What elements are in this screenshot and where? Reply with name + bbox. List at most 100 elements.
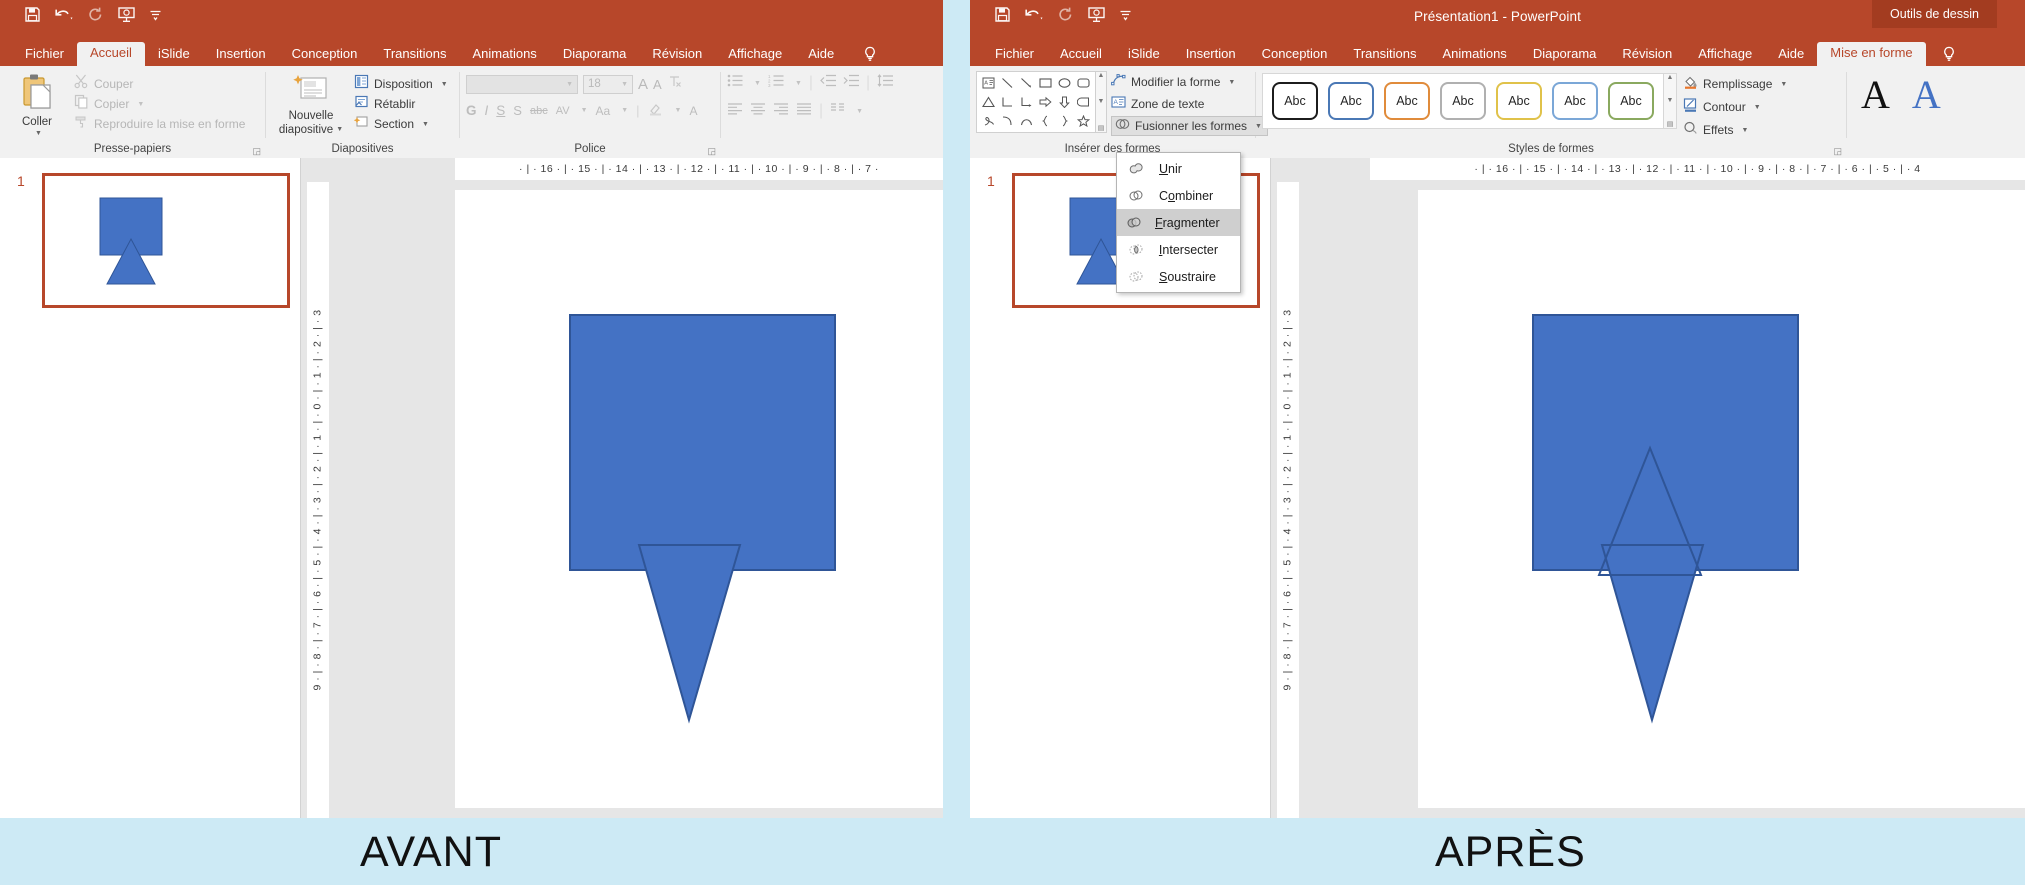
line-shape-icon[interactable] [999, 74, 1017, 92]
rectangle-shape-icon[interactable] [1037, 74, 1055, 92]
tab-animations[interactable]: Animations [1430, 43, 1520, 66]
slide-thumbnail-1[interactable] [42, 173, 290, 308]
scroll-down-icon[interactable]: ▼ [1098, 98, 1105, 105]
slide-canvas-right[interactable] [1418, 190, 2025, 808]
tab-transitions[interactable]: Transitions [1340, 43, 1429, 66]
tab-accueil[interactable]: Accueil [77, 42, 145, 66]
reset-button[interactable]: Rétablir [354, 94, 448, 114]
tab-accueil[interactable]: Accueil [1047, 43, 1115, 66]
shape-outline-chevron-down-icon[interactable]: ▼ [1754, 104, 1761, 111]
merge-shapes-menu[interactable]: Unir Combiner Fragmenter Intersecter Sou… [1116, 152, 1241, 293]
shape-fill-chevron-down-icon[interactable]: ▼ [1780, 81, 1787, 88]
text-box-button[interactable]: A Zone de texte [1111, 94, 1268, 114]
start-slideshow-icon[interactable] [117, 6, 136, 23]
shape-styles-scrollbar[interactable]: ▲ ▼ ▤ [1664, 73, 1677, 129]
tab-islide[interactable]: iSlide [145, 43, 203, 66]
menu-item-combiner[interactable]: Combiner [1117, 182, 1240, 209]
redo-icon[interactable] [87, 6, 104, 23]
triangle-shape-icon[interactable] [980, 93, 998, 111]
arc-shape-icon[interactable] [1018, 112, 1036, 130]
tab-revision[interactable]: Révision [1609, 43, 1685, 66]
shape-styles-gallery[interactable]: Abc Abc Abc Abc Abc Abc Abc [1262, 73, 1664, 129]
scroll-down-icon[interactable]: ▼ [1667, 97, 1674, 104]
tab-mise-en-forme[interactable]: Mise en forme [1817, 42, 1926, 66]
elbow-arrow-connector-shape-icon[interactable] [1018, 93, 1036, 111]
menu-item-fragmenter[interactable]: Fragmenter [1117, 209, 1240, 236]
font-name-input[interactable]: ▼ [466, 74, 578, 94]
section-button[interactable]: Section ▼ [353, 114, 448, 134]
shape-fill-button[interactable]: Remplissage ▼ [1683, 74, 1787, 94]
styles-more-icon[interactable]: ▤ [1667, 120, 1674, 128]
star-shape-icon[interactable] [1074, 112, 1092, 130]
tab-transitions[interactable]: Transitions [370, 43, 459, 66]
shapes-more-icon[interactable]: ▤ [1098, 124, 1105, 132]
shape-effects-chevron-down-icon[interactable]: ▼ [1741, 127, 1748, 134]
new-slide-chevron-down-icon[interactable]: ▼ [336, 126, 343, 133]
edit-shape-button[interactable]: Modifier la forme ▼ [1111, 72, 1268, 92]
new-slide-button[interactable]: Nouvelle diapositive ▼ [272, 71, 350, 136]
tab-aide[interactable]: Aide [1765, 43, 1817, 66]
undo-icon[interactable] [54, 6, 74, 23]
slide-thumbnail-pane-left[interactable]: 1 [0, 158, 300, 818]
merge-shapes-button[interactable]: Fusionner les formes ▼ [1111, 116, 1268, 136]
menu-item-unir[interactable]: Unir [1117, 155, 1240, 182]
quick-access-toolbar-left[interactable] [24, 6, 162, 23]
elbow-connector-shape-icon[interactable] [999, 93, 1017, 111]
tab-fichier[interactable]: Fichier [12, 43, 77, 66]
tab-insertion[interactable]: Insertion [203, 43, 279, 66]
scroll-up-icon[interactable]: ▲ [1667, 74, 1674, 81]
arrow-line-shape-icon[interactable] [1018, 74, 1036, 92]
slide-canvas-left[interactable] [455, 190, 943, 808]
down-arrow-shape-icon[interactable] [1055, 93, 1073, 111]
tab-animations[interactable]: Animations [460, 43, 550, 66]
wordart-style-2[interactable]: A [1912, 75, 1941, 115]
tell-me-lightbulb-icon[interactable] [855, 44, 885, 66]
tab-islide[interactable]: iSlide [1115, 43, 1173, 66]
section-chevron-down-icon[interactable]: ▼ [422, 121, 429, 128]
paste-chevron-down-icon[interactable]: ▼ [35, 130, 42, 137]
shapes-gallery-scrollbar[interactable]: ▲ ▼ ▤ [1096, 71, 1107, 133]
shape-style-preset-5[interactable]: Abc [1496, 82, 1542, 120]
scribble-shape-icon[interactable] [980, 112, 998, 130]
menu-item-intersecter[interactable]: Intersecter [1117, 236, 1240, 263]
tab-conception[interactable]: Conception [1249, 43, 1341, 66]
font-size-input[interactable]: 18 ▼ [583, 74, 633, 94]
left-brace-shape-icon[interactable] [1037, 112, 1055, 130]
text-box-shape-icon[interactable]: A [980, 74, 998, 92]
tab-affichage[interactable]: Affichage [715, 43, 795, 66]
ribbon-tabs-right[interactable]: Fichier Accueil iSlide Insertion Concept… [970, 38, 2025, 66]
tab-diaporama[interactable]: Diaporama [1520, 43, 1610, 66]
font-size-chevron-down-icon[interactable]: ▼ [621, 81, 628, 88]
scroll-up-icon[interactable]: ▲ [1098, 72, 1105, 79]
shapes-gallery[interactable]: A [976, 71, 1096, 133]
curve-shape-icon[interactable] [999, 112, 1017, 130]
tab-revision[interactable]: Révision [639, 43, 715, 66]
shape-style-preset-3[interactable]: Abc [1384, 82, 1430, 120]
layout-chevron-down-icon[interactable]: ▼ [441, 81, 448, 88]
menu-item-soustraire[interactable]: Soustraire [1117, 263, 1240, 290]
edit-shape-chevron-down-icon[interactable]: ▼ [1228, 79, 1235, 86]
shape-effects-button[interactable]: Effets ▼ [1683, 120, 1787, 140]
oval-shape-icon[interactable] [1055, 74, 1073, 92]
tab-conception[interactable]: Conception [279, 43, 371, 66]
tab-fichier[interactable]: Fichier [982, 43, 1047, 66]
layout-button[interactable]: Disposition ▼ [354, 74, 448, 94]
shape-style-preset-2[interactable]: Abc [1328, 82, 1374, 120]
shape-style-preset-7[interactable]: Abc [1608, 82, 1654, 120]
shape-outline-button[interactable]: Contour ▼ [1683, 97, 1787, 117]
tab-insertion[interactable]: Insertion [1173, 43, 1249, 66]
customize-qat-icon[interactable] [149, 8, 162, 22]
right-brace-shape-icon[interactable] [1055, 112, 1073, 130]
tell-me-lightbulb-icon[interactable] [1934, 44, 1964, 66]
tab-affichage[interactable]: Affichage [1685, 43, 1765, 66]
tab-aide[interactable]: Aide [795, 43, 847, 66]
rounded-rectangle-shape-icon[interactable] [1074, 74, 1092, 92]
wordart-style-1[interactable]: A [1861, 75, 1890, 115]
right-arrow-shape-icon[interactable] [1037, 93, 1055, 111]
shape-style-preset-4[interactable]: Abc [1440, 82, 1486, 120]
pane-splitter-left[interactable] [300, 158, 301, 818]
tab-diaporama[interactable]: Diaporama [550, 43, 640, 66]
ribbon-tabs-left[interactable]: Fichier Accueil iSlide Insertion Concept… [0, 38, 943, 66]
save-icon[interactable] [24, 6, 41, 23]
flowchart-shape-icon[interactable] [1074, 93, 1092, 111]
